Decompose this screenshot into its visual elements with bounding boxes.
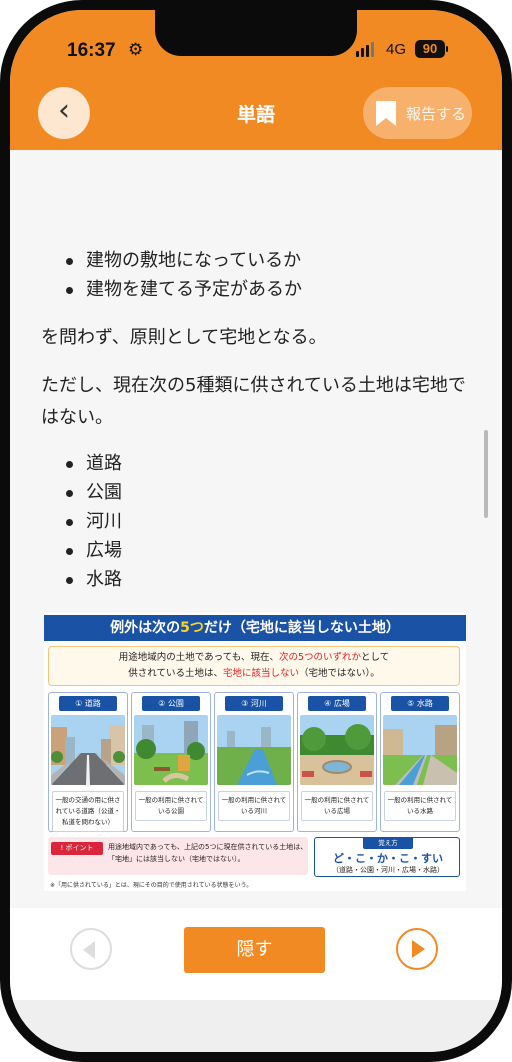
content-area: 建物の敷地になっているか 建物を建てる予定があるか を問わず、原則として宅地とな… (10, 150, 502, 911)
previous-button[interactable] (70, 928, 112, 970)
status-time: 16:37 (67, 40, 116, 61)
intro-text: 供されている土地は、 (128, 668, 223, 679)
infographic-title-num: 5つ (180, 620, 204, 636)
signal-icon (356, 41, 374, 57)
hide-button[interactable]: 隠す (184, 927, 325, 973)
exception-card-plaza: ④ 広場 一般の利用に供されている広場 (297, 692, 377, 832)
play-icon (412, 940, 425, 958)
battery-tip (446, 46, 448, 52)
intro-text: として (361, 652, 390, 663)
card-caption: 一般の利用に供されている広場 (301, 791, 373, 821)
infographic-title-post: だけ（宅地に該当しない土地） (203, 620, 400, 636)
list-item: 河川 (62, 507, 122, 536)
point-tag-label: ポイント (65, 844, 94, 852)
bottom-nav: 隠す (10, 908, 502, 1000)
infographic-footnote: ※「用に供されている」とは、現にその目的で使用されている状態をいう。 (50, 882, 253, 889)
infographic-title: 例外は次の5つだけ（宅地に該当しない土地） (44, 615, 466, 641)
point-tag: ! ポイント (51, 842, 103, 855)
app-header: 16:37 ⚙ 4G 90 ‹ 単語 報告する (10, 10, 502, 150)
card-tag: ① 道路 (59, 696, 117, 711)
report-label: 報告する (406, 105, 467, 123)
infographic-title-pre: 例外は次の (110, 620, 181, 636)
card-caption: 一般の利用に供されている公園 (135, 791, 207, 821)
exception-card-road: ① 道路 一般の交通の用に供されている道路（公道・私道を問わない） (48, 692, 128, 832)
chevron-left-icon: ‹ (58, 93, 70, 128)
paragraph: ただし、現在次の5種類に供されている土地は宅地ではない。 (41, 375, 466, 428)
plaza-illustration (300, 715, 374, 785)
gear-icon: ⚙ (128, 40, 144, 60)
volume-up-button (0, 240, 6, 304)
volume-down-button (0, 322, 6, 386)
exception-card-river: ③ 河川 一般の利用に供されている河川 (214, 692, 294, 832)
mnemonic-main: ど・こ・か・こ・すい (333, 852, 443, 865)
next-button[interactable] (396, 928, 438, 970)
card-tag: ② 公園 (142, 696, 200, 711)
point-text: 用途地域内であっても、上記の5つに現在供されている土地は、「宅地」には該当しない… (108, 843, 308, 863)
intro-highlight: 次の5つのいずれか (278, 652, 361, 663)
report-button[interactable]: 報告する (363, 87, 472, 139)
paragraph: を問わず、原則として宅地となる。 (41, 327, 327, 348)
mute-switch (0, 178, 6, 212)
card-caption: 一般の利用に供されている河川 (218, 791, 290, 821)
mnemonic-box: 覚え方 ど・こ・か・こ・すい （道路・公園・河川・広場・水路） (314, 837, 460, 877)
card-caption: 一般の交通の用に供されている道路（公道・私道を問わない） (52, 791, 124, 832)
exception-card-waterway: ⑤ 水路 一般の利用に供されている水路 (380, 692, 460, 832)
exception-card-park: ② 公園 一般の利用に供されている公園 (131, 692, 211, 832)
list-item: 公園 (62, 478, 122, 507)
notch (155, 10, 357, 56)
card-tag: ⑤ 水路 (391, 696, 449, 711)
list-item: 道路 (62, 449, 122, 478)
network-type: 4G (386, 41, 407, 58)
play-reverse-icon (83, 941, 95, 959)
list-item: 建物の敷地になっているか (62, 246, 302, 275)
scrollbar[interactable] (484, 430, 488, 518)
park-illustration (134, 715, 208, 785)
phone-screen: 16:37 ⚙ 4G 90 ‹ 単語 報告する 建物の敷地になっているか 建物を… (10, 10, 502, 1052)
river-illustration (217, 715, 291, 785)
intro-highlight: 宅地に該当しない (222, 668, 299, 679)
battery-icon: 90 (415, 40, 445, 58)
mnemonic-title: 覚え方 (363, 838, 413, 849)
list-item: 水路 (62, 565, 122, 594)
card-caption: 一般の利用に供されている水路 (384, 791, 456, 821)
bullet-list-top: 建物の敷地になっているか 建物を建てる予定があるか (62, 246, 302, 304)
bullet-list-exceptions: 道路 公園 河川 広場 水路 (62, 449, 122, 594)
infographic-intro: 用途地域内の土地であっても、現在、次の5つのいずれかとして 供されている土地は、… (48, 646, 460, 686)
card-tag: ④ 広場 (308, 696, 366, 711)
card-tag: ③ 河川 (225, 696, 283, 711)
point-box: ! ポイント 用途地域内であっても、上記の5つに現在供されている土地は、「宅地」… (48, 837, 308, 875)
road-illustration (51, 715, 125, 785)
bookmark-icon (376, 101, 396, 126)
mnemonic-sub: （道路・公園・河川・広場・水路） (332, 866, 444, 874)
list-item: 建物を建てる予定があるか (62, 275, 302, 304)
waterway-illustration (383, 715, 457, 785)
power-button (506, 262, 512, 358)
page-title: 単語 (236, 104, 275, 126)
intro-text: 用途地域内の土地であっても、現在、 (118, 652, 279, 663)
intro-text: （宅地ではない）。 (298, 668, 380, 679)
home-indicator-area (10, 1000, 502, 1052)
list-item: 広場 (62, 536, 122, 565)
infographic-image: 例外は次の5つだけ（宅地に該当しない土地） 用途地域内の土地であっても、現在、次… (44, 613, 466, 891)
back-button[interactable]: ‹ (38, 87, 90, 139)
